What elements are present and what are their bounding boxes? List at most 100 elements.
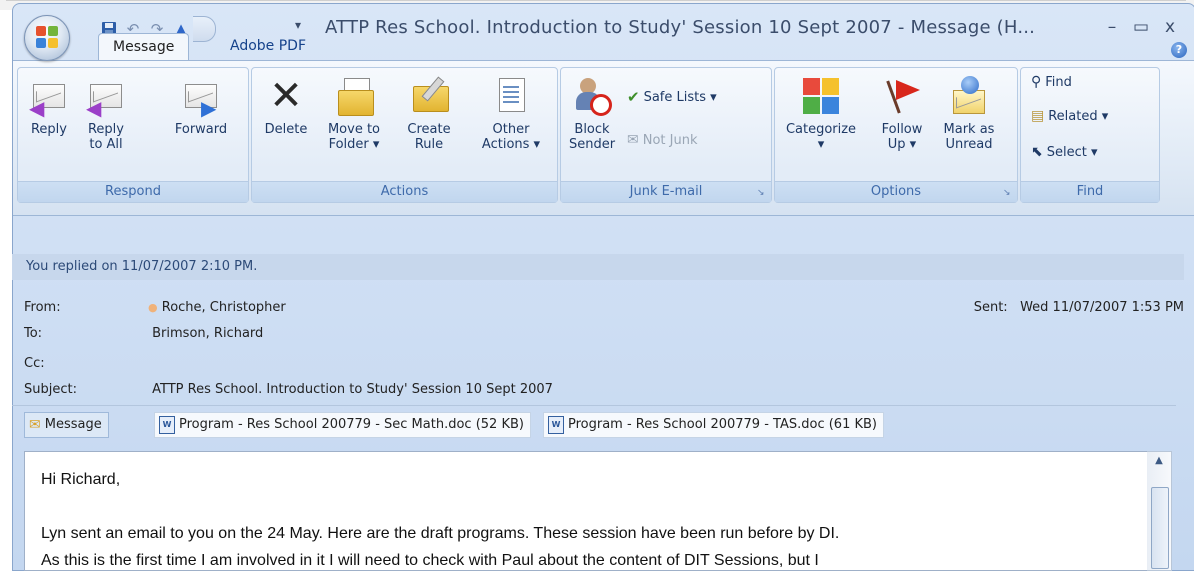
message-tab-label: Message [44,417,102,432]
reply-all-label-1: Reply [87,122,124,137]
select-button[interactable]: ⬉ Select ▾ [1031,144,1098,160]
create-label-2: Rule [414,137,444,152]
move-to-folder-button[interactable]: Move to Folder ▾ [318,76,390,152]
move-to-folder-icon [334,76,374,116]
reply-icon: ◀ [29,76,69,118]
message-body-text: Hi Richard, Lyn sent an email to you on … [41,466,840,570]
related-icon: ▤ [1031,108,1045,124]
follow-up-button[interactable]: Follow Up ▾ [871,76,933,152]
scroll-thumb[interactable] [1151,487,1169,569]
office-logo-icon [36,26,46,36]
delete-button[interactable]: ✕ Delete [258,76,314,137]
safe-lists-icon: ✔ [627,88,640,106]
not-junk-label: Not Junk [642,132,698,148]
binoculars-icon: ⚲ [1031,74,1042,90]
message-view-tab[interactable]: ✉ Message [24,412,109,438]
tab-message[interactable]: Message [98,33,190,62]
word-doc-icon: W [548,416,564,434]
from-value[interactable]: Roche, Christopher [162,300,286,315]
body-line-3: Lyn sent an email to you on the 24 May. … [41,525,840,542]
categorize-label: Categorize [785,122,857,137]
follow-label-2: Up ▾ [887,137,917,152]
to-label: To: [24,326,43,341]
block-sender-button[interactable]: Block Sender [567,76,617,152]
replied-info-banner: You replied on 11/07/2007 2:10 PM. [12,254,1184,280]
subject-value: ATTP Res School. Introduction to Study' … [152,382,553,397]
forward-label: Forward [174,122,228,137]
mark-unread-icon [949,76,989,116]
body-scrollbar[interactable]: ▲ [1147,451,1172,571]
mark-label-2: Unread [945,137,993,152]
group-junk-email: Block Sender ✔ Safe Lists ▾ ✉ Not Junk J… [560,67,772,203]
from-label: From: [24,300,61,315]
sent-label: Sent: [973,300,1008,315]
not-junk-icon: ✉ [627,132,639,148]
customize-qat-icon[interactable]: ▾ [295,18,301,32]
group-respond: ◀ Reply ◀ Reply to All ▶ Forward Respond [17,67,249,203]
attachment-tas[interactable]: W Program - Res School 200779 - TAS.doc … [543,412,884,438]
find-button[interactable]: ⚲ Find [1031,74,1072,90]
maximize-button[interactable]: ▭ [1129,17,1153,37]
junk-dialog-launcher-icon[interactable]: ↘ [757,188,767,198]
cc-row: Cc: [24,354,148,374]
safe-lists-button[interactable]: ✔ Safe Lists ▾ [627,88,717,106]
options-dialog-launcher-icon[interactable]: ↘ [1003,188,1013,198]
other-actions-button[interactable]: Other Actions ▾ [474,76,548,152]
message-body[interactable]: Hi Richard, Lyn sent an email to you on … [24,451,1149,571]
move-label-2: Folder ▾ [328,137,380,152]
group-actions: ✕ Delete Move to Folder ▾ Create Rule Ot… [251,67,558,203]
not-junk-button[interactable]: ✉ Not Junk [627,132,697,148]
other-actions-icon [491,76,531,116]
from-row: From: ● Roche, Christopher Sent: Wed 11/0… [24,298,1184,318]
scroll-up-icon[interactable]: ▲ [1150,454,1168,468]
group-label-actions: Actions [252,181,557,202]
mark-label-1: Mark as [943,122,995,137]
attachment-sec-math[interactable]: W Program - Res School 200779 - Sec Math… [154,412,531,438]
subject-label: Subject: [24,382,77,397]
block-label-1: Block [574,122,610,137]
subject-row: Subject: ATTP Res School. Introduction t… [24,380,553,400]
header-separator [12,405,1176,406]
reply-all-button[interactable]: ◀ Reply to All [78,76,134,152]
word-doc-icon: W [159,416,175,434]
reply-label: Reply [30,122,67,137]
safe-lists-label: Safe Lists ▾ [643,89,717,105]
reply-all-label-2: to All [89,137,123,152]
related-button[interactable]: ▤ Related ▾ [1031,108,1108,124]
help-icon[interactable]: ? [1171,42,1187,58]
tab-adobe-pdf[interactable]: Adobe PDF [216,33,320,61]
qat-end-cap [193,16,216,42]
delete-icon: ✕ [269,73,303,119]
attachment-tas-label: Program - Res School 200779 - TAS.doc (6… [568,417,877,432]
block-label-2: Sender [568,137,616,152]
select-label: Select ▾ [1046,144,1098,160]
ribbon: ◀ Reply ◀ Reply to All ▶ Forward Respond… [13,60,1194,216]
body-line-1: Hi Richard, [41,471,121,488]
envelope-icon: ✉ [29,417,41,433]
other-label-1: Other [492,122,530,137]
forward-icon: ▶ [181,76,221,118]
group-find: ⚲ Find ▤ Related ▾ ⬉ Select ▾ Find [1020,67,1160,203]
group-label-find: Find [1021,181,1159,202]
close-button[interactable]: x [1158,17,1182,37]
create-rule-button[interactable]: Create Rule [394,76,464,152]
categorize-button[interactable]: Categorize ▾ [781,76,861,152]
sent-value: Wed 11/07/2007 1:53 PM [1020,300,1184,315]
reply-button[interactable]: ◀ Reply [24,76,74,137]
move-label-1: Move to [327,122,381,137]
minimize-button[interactable]: – [1100,17,1124,37]
to-value[interactable]: Brimson, Richard [152,326,263,341]
group-options: Categorize ▾ Follow Up ▾ Mark as Unread … [774,67,1018,203]
body-line-2 [41,493,839,520]
office-button[interactable] [24,15,70,61]
other-label-2: Actions ▾ [481,137,541,152]
select-cursor-icon: ⬉ [1031,144,1043,160]
forward-button[interactable]: ▶ Forward [164,76,238,137]
create-label-1: Create [407,122,451,137]
follow-label-1: Follow [881,122,923,137]
attachment-bar: ✉ Message W Program - Res School 200779 … [12,408,1176,440]
group-label-options: Options [775,181,1017,202]
find-label: Find [1045,74,1072,90]
mark-as-unread-button[interactable]: Mark as Unread [935,76,1003,152]
title-bar: ↶ ↷ ▲ ▼ ▾ ATTP Res School. Introduction … [13,4,1194,44]
